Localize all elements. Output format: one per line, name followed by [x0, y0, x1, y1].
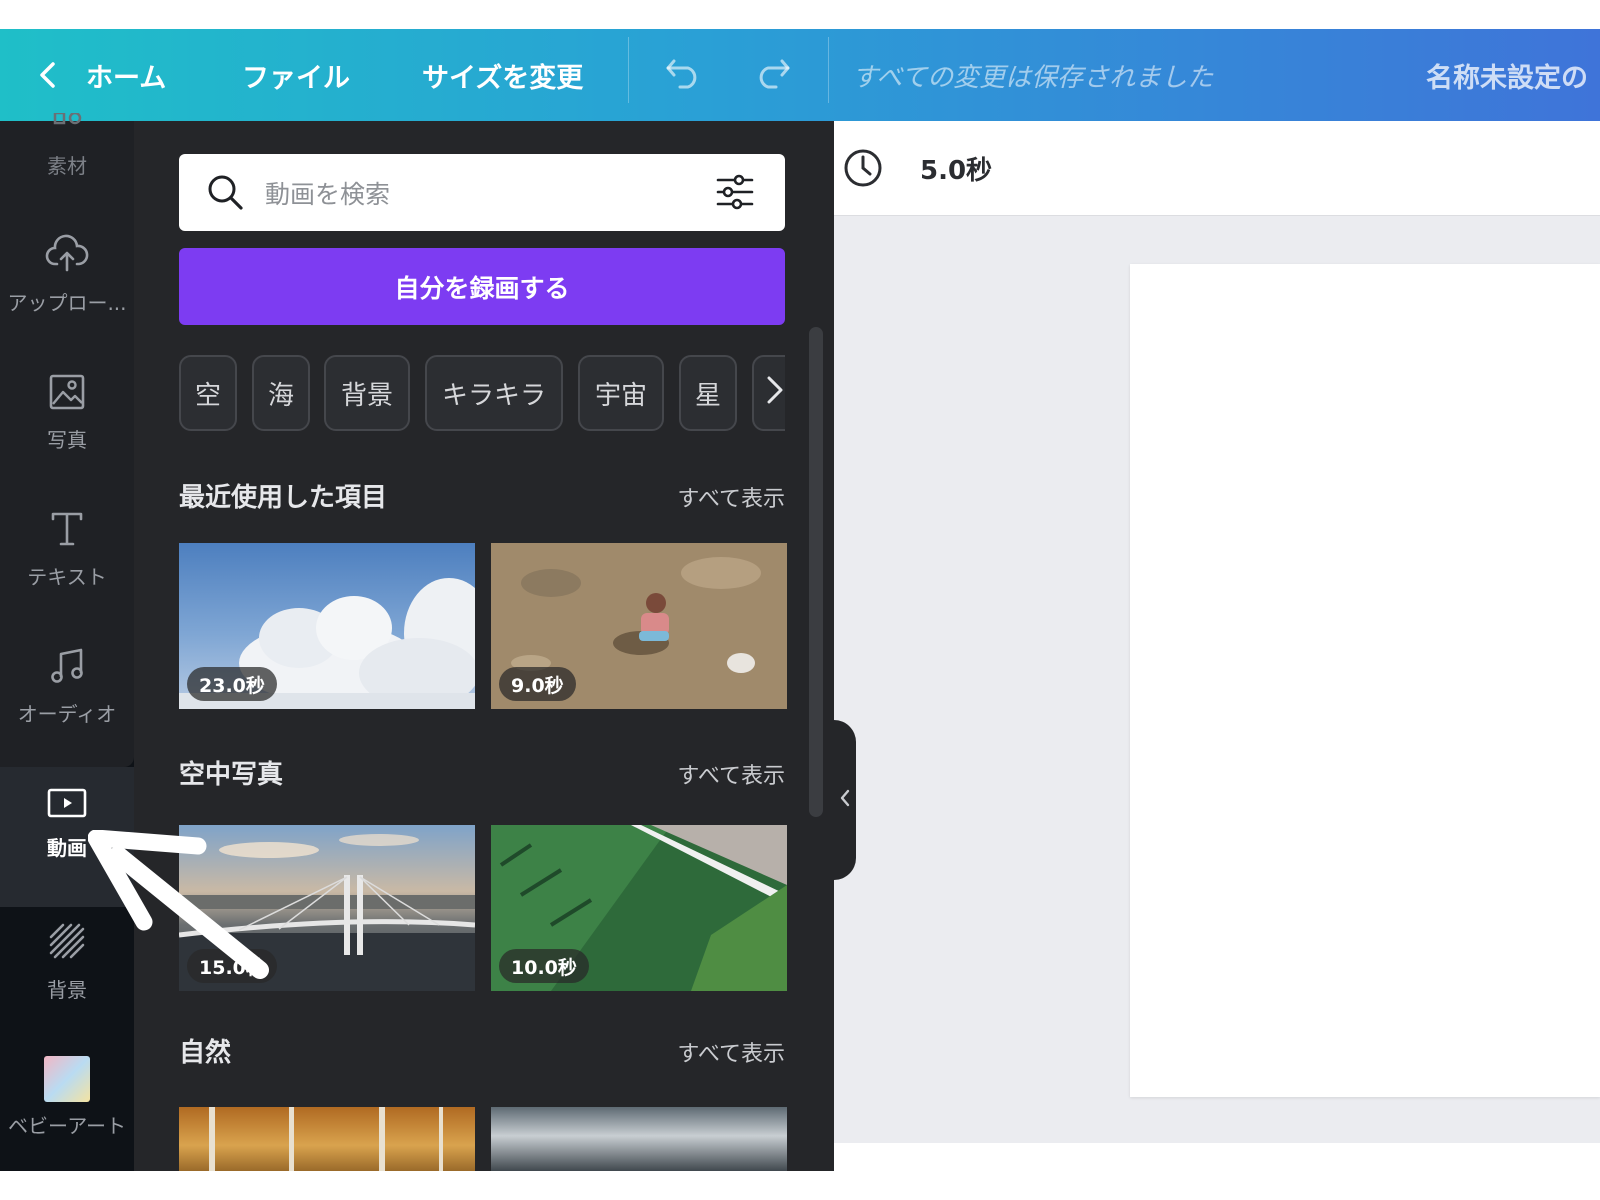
home-label: ホーム	[86, 62, 167, 94]
photo-icon	[48, 373, 86, 416]
video-thumb-girl-digging[interactable]: 9.0秒	[491, 543, 787, 709]
redo-icon	[752, 55, 792, 96]
chip-star[interactable]: 星	[679, 355, 737, 431]
record-yourself-button[interactable]: 自分を録画する	[179, 248, 785, 325]
keyword-chips: 空 海 背景 キラキラ 宇宙 星	[179, 355, 785, 433]
resize-button[interactable]: サイズを変更	[422, 29, 583, 121]
top-bar: ホーム ファイル サイズを変更 すべての変更は保存されました 名称未設定の	[0, 29, 1600, 121]
home-button[interactable]: ホーム	[34, 29, 166, 121]
video-panel: 動画を検索 自分を録画する 空 海 背景 キラキラ 宇宙 星 最近使用した項目 …	[134, 121, 834, 1171]
cloud-upload-icon	[45, 234, 89, 279]
section-title-recent: 最近使用した項目	[179, 483, 388, 513]
duration-badge: 9.0秒	[499, 667, 576, 701]
background-icon	[47, 921, 87, 966]
annotation-arrow	[88, 830, 269, 979]
duration-badge: 10.0秒	[499, 949, 589, 983]
document-title[interactable]: 名称未設定の	[1426, 29, 1600, 121]
rail-item-label: ベビーアート	[8, 1114, 126, 1138]
music-note-icon	[48, 647, 86, 690]
save-status: すべての変更は保存されました	[852, 62, 1214, 93]
video-icon	[46, 787, 88, 824]
bottom-edge	[0, 1171, 1600, 1200]
text-icon	[49, 510, 85, 553]
canvas-toolbar: 5.0秒	[834, 121, 1600, 216]
design-page[interactable]	[1130, 264, 1600, 1097]
toolbar-divider	[628, 37, 629, 103]
search-box[interactable]: 動画を検索	[179, 154, 785, 231]
rail-item-label: 写真	[47, 428, 87, 452]
chip-space[interactable]: 宇宙	[578, 355, 664, 431]
chevron-left-icon	[839, 788, 851, 813]
chip-background[interactable]: 背景	[324, 355, 410, 431]
collapse-panel-button[interactable]	[834, 720, 856, 880]
rail-item-baby-art[interactable]: ベビーアート	[0, 1056, 134, 1139]
rail-item-label: オーディオ	[17, 702, 117, 726]
redo-button[interactable]	[752, 29, 792, 121]
panel-scrollbar[interactable]	[809, 327, 823, 817]
rail-item-text[interactable]: テキスト	[0, 510, 134, 590]
undo-icon	[664, 55, 704, 96]
see-all-aerial-link[interactable]: すべて表示	[677, 758, 785, 790]
see-all-recent-link[interactable]: すべて表示	[677, 481, 785, 513]
video-thumb-clouds[interactable]: 23.0秒	[179, 543, 475, 709]
chips-next-button[interactable]	[752, 355, 785, 431]
clock-icon[interactable]	[842, 147, 884, 193]
side-rail: 素材 アップロー... 写真 テキスト オーディオ 動画 背景 ベビーアート	[0, 111, 134, 1171]
page-duration[interactable]: 5.0秒	[920, 121, 992, 216]
canvas-area: 5.0秒	[834, 121, 1600, 1171]
chip-sea[interactable]: 海	[252, 355, 310, 431]
video-thumb-misty-forest[interactable]	[491, 1107, 787, 1171]
duration-badge: 23.0秒	[187, 667, 277, 701]
chevron-right-icon	[764, 375, 785, 412]
search-icon	[205, 172, 245, 216]
rail-item-label: テキスト	[27, 565, 107, 589]
toolbar-divider	[828, 37, 829, 103]
video-thumb-fields[interactable]: 10.0秒	[491, 825, 787, 991]
search-input[interactable]: 動画を検索	[265, 154, 390, 231]
chip-sparkle[interactable]: キラキラ	[425, 355, 563, 431]
autumn-forest-image	[209, 1107, 443, 1171]
rail-item-label: 素材	[47, 154, 87, 178]
file-menu-button[interactable]: ファイル	[242, 29, 350, 121]
rail-item-photos[interactable]: 写真	[0, 373, 134, 453]
chip-sky[interactable]: 空	[179, 355, 237, 431]
section-title-aerial: 空中写真	[179, 760, 284, 790]
baby-art-icon	[44, 1056, 90, 1102]
rail-item-uploads[interactable]: アップロー...	[0, 234, 134, 316]
rail-item-label: アップロー...	[7, 291, 127, 315]
section-title-nature: 自然	[179, 1038, 232, 1068]
filter-icon[interactable]	[715, 172, 755, 216]
undo-button[interactable]	[664, 29, 704, 121]
rail-item-elements[interactable]: 素材	[0, 111, 134, 191]
video-thumb-autumn-forest[interactable]	[179, 1107, 475, 1171]
rail-item-audio[interactable]: オーディオ	[0, 647, 134, 727]
canvas-footer	[834, 1143, 1600, 1171]
chevron-left-icon	[34, 60, 64, 90]
editor-root: ホーム ファイル サイズを変更 すべての変更は保存されました 名称未設定の 素材	[0, 0, 1600, 1200]
elements-icon	[49, 111, 85, 138]
see-all-nature-link[interactable]: すべて表示	[677, 1036, 785, 1068]
